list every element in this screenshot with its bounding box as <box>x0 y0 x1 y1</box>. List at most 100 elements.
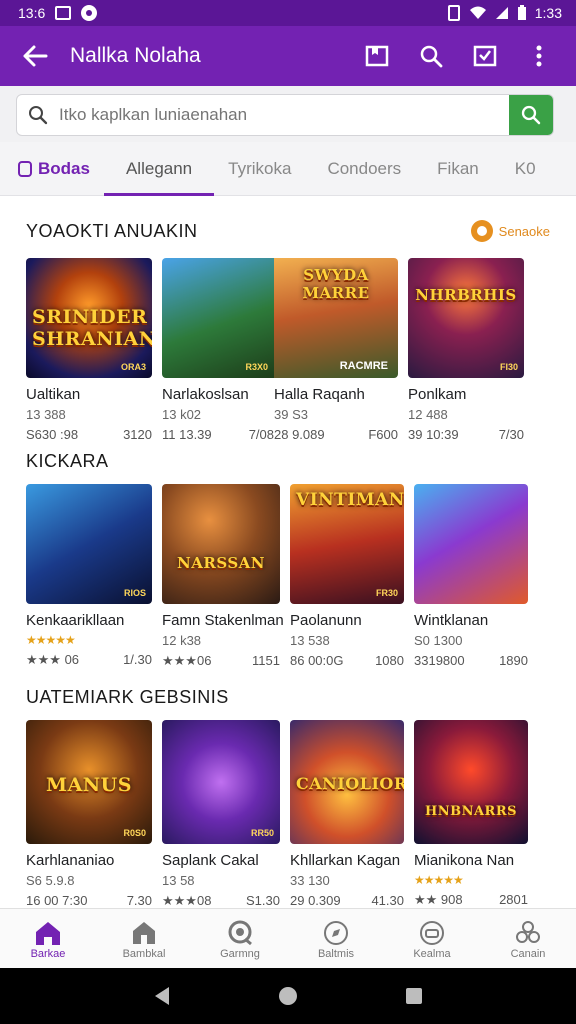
game-name: Ualtikan <box>26 386 81 403</box>
tab-0[interactable]: Bodas <box>18 142 90 195</box>
search-input[interactable] <box>59 105 509 125</box>
game-sub: S0 1300 <box>414 633 463 648</box>
page-title: Nallka Nolaha <box>70 44 201 67</box>
game-sub: 12 488 <box>408 407 448 422</box>
game-rating: ★★★08 <box>162 893 212 908</box>
nav-explore[interactable]: Baltmis <box>288 909 384 968</box>
nav-label: Canain <box>510 947 546 960</box>
section-gebsinis: UATEMIARK GEBSINIS MANUS R0S0 Karhlanani… <box>0 680 576 920</box>
game-name: Famn Stakenlman <box>162 612 284 629</box>
thumbnail-title: SRINIDER SHRANIAN <box>32 306 152 350</box>
game-name: Mianikona Nan <box>414 852 515 869</box>
tab-3[interactable]: Condoers <box>327 142 401 195</box>
section-title: UATEMIARK GEBSINIS <box>26 686 229 707</box>
section-kickara: KICKARA RIOS Kenkaarikllaan ★★★★★ ★★★ 06… <box>0 444 576 684</box>
game-name: Khllarkan Kagan <box>290 852 401 869</box>
tab-4[interactable]: Fikan <box>437 142 479 195</box>
game-card[interactable]: Wintklanan S0 1300 3319800 1890 <box>414 484 528 668</box>
game-name: Saplank Cakal <box>162 852 259 869</box>
nav-community[interactable]: Canain <box>480 909 576 968</box>
game-meta-right: 7/08 <box>248 427 274 442</box>
notification-icon <box>55 6 72 20</box>
back-button[interactable] <box>0 26 70 86</box>
game-card[interactable]: NARSSAN Famn Stakenlman 12 k38 ★★★06 1151 <box>162 484 284 669</box>
game-name: Karhlananiao <box>26 852 115 869</box>
game-meta-right: 7.30 <box>126 893 152 908</box>
game-card[interactable]: RIOS Kenkaarikllaan ★★★★★ ★★★ 06 1/.30 <box>26 484 152 668</box>
game-card[interactable]: R3X0 Narlakoslsan 13 k02 11 13.39 7/08 <box>162 258 274 442</box>
nav-chat[interactable]: Garmng <box>192 909 288 968</box>
back-triangle-icon[interactable] <box>153 986 171 1006</box>
game-card[interactable]: NHRBRHIS FI30 Ponlkam 12 488 39 10:39 7/3… <box>408 258 524 442</box>
game-card[interactable]: HNBNARRS Mianikona Nan ★★★★★ ★★ 908 2801 <box>414 720 528 908</box>
game-card[interactable]: SRINIDER SHRANIAN ORA3 Ualtikan 13 388 S… <box>26 258 152 442</box>
battery-saver-icon <box>447 5 460 21</box>
recents-square-icon[interactable] <box>405 987 423 1005</box>
game-card[interactable]: VINTIMAN FR30 Paolanunn 13 538 86 00:0G 1… <box>290 484 404 668</box>
compass-icon <box>324 920 348 945</box>
game-meta-left: 29 0.309 <box>290 893 341 908</box>
nav-label: Bambkal <box>122 947 166 960</box>
tab-label: Allegann <box>125 158 193 178</box>
game-meta-right: 2801 <box>499 892 528 907</box>
tab-1[interactable]: Allegann <box>103 142 215 196</box>
game-card[interactable]: CANIOLIOR Khllarkan Kagan 33 130 29 0.30… <box>290 720 404 908</box>
thumbnail-title: NARSSAN <box>177 554 265 572</box>
game-sub: S6 5.9.8 <box>26 873 75 888</box>
game-name: Narlakoslsan <box>162 386 249 403</box>
more-options-button[interactable] <box>512 26 566 86</box>
game-stars: ★★★★★ <box>26 633 76 647</box>
search-submit-button[interactable] <box>509 95 553 135</box>
chat-icon <box>228 920 252 945</box>
wifi-icon <box>469 6 486 19</box>
category-tabs: Bodas Allegann Tyrikoka Condoers Fikan K… <box>0 142 576 196</box>
thumbnail-corner: R0S0 <box>123 828 146 838</box>
search-button[interactable] <box>404 26 458 86</box>
arrow-left-icon <box>23 45 48 67</box>
game-thumbnail: R3X0 <box>162 258 274 378</box>
status-bar: 13:6 1:33 <box>0 0 576 26</box>
home-icon <box>36 921 60 945</box>
game-thumbnail: SRINIDER SHRANIAN ORA3 <box>26 258 152 378</box>
tab-label: Fikan <box>437 158 479 178</box>
game-thumbnail: SWYDA MARRE RACMRE <box>274 258 398 378</box>
thumbnail-title: HNBNARRS <box>424 804 518 819</box>
game-stars: ★★★★★ <box>414 873 464 887</box>
see-more-button[interactable]: Senaoke <box>470 220 550 242</box>
tab-2[interactable]: Tyrikoka <box>228 142 291 195</box>
game-sub: 13 k02 <box>162 407 202 422</box>
game-thumbnail: RR50 <box>162 720 280 844</box>
nav-games[interactable]: Kealma <box>384 909 480 968</box>
game-meta-left: 86 00:0G <box>290 653 344 668</box>
game-meta-right: 1151 <box>252 653 280 668</box>
game-name: Halla Raqanh <box>274 386 365 403</box>
tab-5[interactable]: K0 <box>515 142 536 195</box>
app-bar: Nallka Nolaha <box>0 26 576 86</box>
tab-label: Bodas <box>38 158 90 178</box>
game-sub: 12 k38 <box>162 633 202 648</box>
search-icon <box>420 45 443 68</box>
thumbnail-corner: R3X0 <box>245 362 268 372</box>
game-rating: ★★★06 <box>162 653 212 668</box>
nav-store[interactable]: Bambkal <box>96 909 192 968</box>
tab-label: Condoers <box>327 158 402 178</box>
game-meta-right: 7/30 <box>498 427 524 442</box>
search-area <box>0 86 576 142</box>
game-card[interactable]: SWYDA MARRE RACMRE Halla Raqanh 39 S3 28… <box>274 258 398 442</box>
checklist-button[interactable] <box>458 26 512 86</box>
thumbnail-corner: RIOS <box>123 588 146 598</box>
game-meta-right: 1080 <box>375 653 404 668</box>
game-card[interactable]: MANUS R0S0 Karhlananiao S6 5.9.8 16 00 7… <box>26 720 152 908</box>
game-card[interactable]: RR50 Saplank Cakal 13 58 ★★★08 S1.30 <box>162 720 280 909</box>
thumbnail-corner: ORA3 <box>120 362 146 372</box>
group-icon <box>516 920 540 943</box>
game-name: Ponlkam <box>408 386 467 403</box>
game-sub: 13 388 <box>26 407 66 422</box>
bottom-navigation: Barkae Bambkal Garmng Baltmis Kealma Can… <box>0 908 576 968</box>
home-circle-icon[interactable] <box>278 986 298 1006</box>
thumbnail-title: SWYDA MARRE <box>302 266 370 302</box>
nav-home[interactable]: Barkae <box>0 909 96 968</box>
search-field-icon <box>17 105 59 125</box>
library-button[interactable] <box>350 26 404 86</box>
game-thumbnail: NARSSAN <box>162 484 280 604</box>
